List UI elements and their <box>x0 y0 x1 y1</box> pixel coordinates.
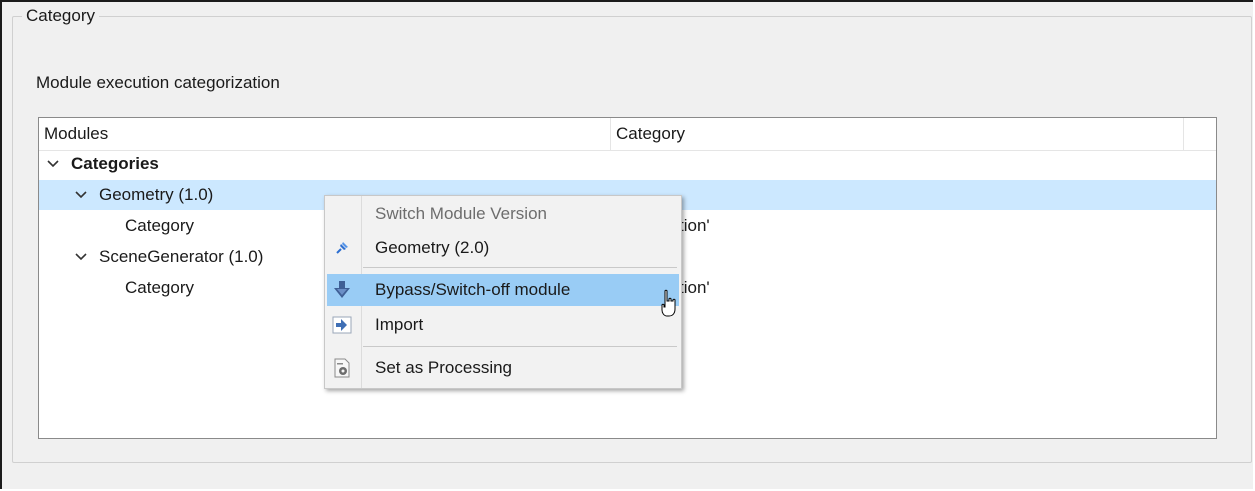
tree-row-label: Geometry (1.0) <box>99 185 214 204</box>
window-frame: Category Module execution categorization… <box>0 0 1253 489</box>
context-menu: Switch Module Version Geometry (2.0) Byp… <box>324 195 682 389</box>
menu-item-import[interactable]: Import <box>327 309 679 341</box>
tree-row-category-value: tion' <box>679 216 710 235</box>
menu-item-label: Bypass/Switch-off module <box>375 280 571 299</box>
column-header-category[interactable]: Category <box>611 118 1184 150</box>
menu-item-bypass[interactable]: Bypass/Switch-off module <box>327 274 679 306</box>
pin-icon <box>331 237 353 259</box>
menu-item-set-processing[interactable]: Set as Processing <box>327 352 679 384</box>
processing-icon <box>331 357 353 379</box>
tree-row-label: SceneGenerator (1.0) <box>99 247 264 266</box>
chevron-down-icon[interactable] <box>46 149 60 179</box>
menu-separator <box>363 346 677 347</box>
group-title: Category <box>22 6 99 26</box>
tree-header: Modules Category <box>39 118 1216 151</box>
tree-row-label: Category <box>125 216 194 235</box>
mouse-cursor-icon <box>659 289 679 319</box>
menu-header: Switch Module Version <box>375 204 547 223</box>
menu-separator <box>363 267 677 268</box>
chevron-down-icon[interactable] <box>74 242 88 272</box>
menu-item-label: Set as Processing <box>375 358 513 377</box>
chevron-down-icon[interactable] <box>74 180 88 210</box>
menu-item-label: Geometry (2.0) <box>375 238 490 257</box>
menu-item-geometry-2[interactable]: Geometry (2.0) <box>327 232 679 264</box>
bypass-arrow-icon <box>331 279 353 301</box>
column-header-modules[interactable]: Modules <box>39 118 611 150</box>
tree-row-label: Category <box>125 278 194 297</box>
import-icon <box>331 314 353 336</box>
tree-row-category-value: tion' <box>679 278 710 297</box>
section-label: Module execution categorization <box>36 73 280 92</box>
menu-item-label: Import <box>375 315 424 334</box>
tree-row-categories[interactable]: Categories <box>39 149 1216 179</box>
tree-row-label: Categories <box>71 154 159 173</box>
